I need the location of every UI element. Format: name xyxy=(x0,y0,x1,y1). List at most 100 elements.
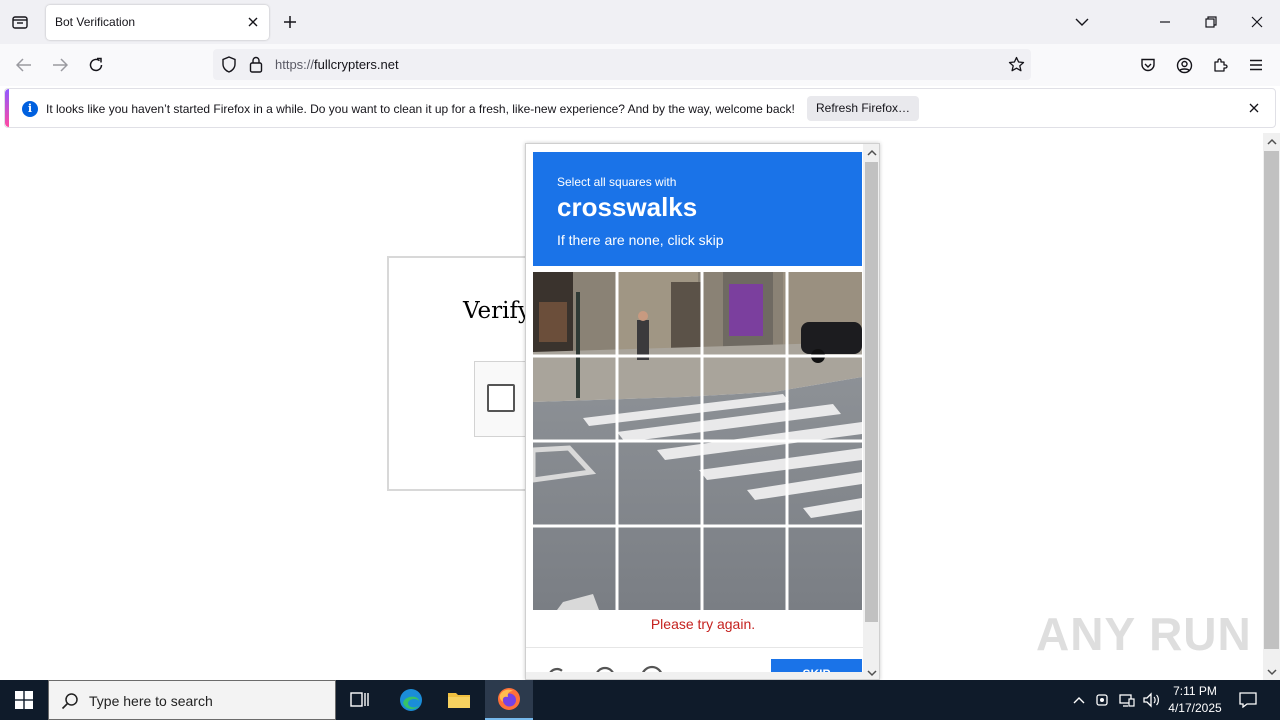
account-button[interactable] xyxy=(1172,53,1196,77)
grid-tile[interactable] xyxy=(788,442,862,525)
scroll-down-arrow[interactable] xyxy=(863,665,879,679)
taskbar-clock[interactable]: 7:11 PM 4/17/2025 xyxy=(1160,683,1230,717)
tab-title: Bot Verification xyxy=(55,15,136,29)
task-view-button[interactable] xyxy=(336,680,384,720)
reload-icon xyxy=(89,57,103,72)
challenge-divider xyxy=(526,647,866,648)
grid-tile[interactable] xyxy=(703,527,786,610)
refresh-notification-bar: i It looks like you haven’t started Fire… xyxy=(4,88,1276,128)
scroll-thumb[interactable] xyxy=(1264,151,1279,649)
grid-tile[interactable] xyxy=(533,357,616,440)
search-placeholder: Type here to search xyxy=(89,693,213,709)
file-explorer-taskbar-button[interactable] xyxy=(435,680,483,720)
scroll-up-arrow[interactable] xyxy=(1263,133,1280,149)
notification-accent xyxy=(5,89,9,127)
tab-close-button[interactable] xyxy=(245,14,261,30)
edge-taskbar-button[interactable] xyxy=(387,680,435,720)
close-icon xyxy=(248,17,258,27)
network-tray-button[interactable] xyxy=(1118,691,1136,709)
grid-tile[interactable] xyxy=(703,357,786,440)
plus-icon xyxy=(284,16,296,28)
volume-tray-button[interactable] xyxy=(1142,691,1160,709)
restore-button[interactable] xyxy=(1199,10,1223,34)
extensions-button[interactable] xyxy=(1208,53,1232,77)
minimize-button[interactable] xyxy=(1153,10,1177,34)
windows-taskbar: Type here to search 7:11 PM 4/17/2025 xyxy=(0,680,1280,720)
edge-icon xyxy=(400,689,422,711)
lock-icon[interactable] xyxy=(249,56,263,73)
close-icon xyxy=(1251,16,1263,28)
tab-list-button[interactable] xyxy=(8,10,32,34)
anyrun-watermark: ANY RUN xyxy=(1036,608,1252,660)
meet-now-tray-button[interactable] xyxy=(1094,691,1112,709)
show-hidden-icons-button[interactable] xyxy=(1070,691,1088,709)
reload-button[interactable] xyxy=(84,53,108,77)
notification-close-button[interactable] xyxy=(1247,101,1261,115)
screen: Bot Verification https://fullcrypters.ne… xyxy=(0,0,1280,720)
chevron-down-icon xyxy=(1266,668,1277,675)
challenge-error-message: Please try again. xyxy=(650,616,756,632)
grid-tile[interactable] xyxy=(618,272,701,355)
refresh-firefox-button[interactable]: Refresh Firefox… xyxy=(807,96,919,121)
list-all-tabs-button[interactable] xyxy=(1070,10,1094,34)
minimize-icon xyxy=(1160,21,1170,23)
menu-button[interactable] xyxy=(1244,53,1268,77)
captcha-checkbox[interactable] xyxy=(487,384,515,412)
chevron-down-icon xyxy=(866,669,877,676)
chevron-up-icon xyxy=(866,149,877,156)
notification-icon xyxy=(1239,692,1257,708)
pocket-icon xyxy=(1141,58,1155,71)
action-center-button[interactable] xyxy=(1238,691,1258,709)
search-icon xyxy=(61,693,78,710)
grid-tile[interactable] xyxy=(618,442,701,525)
url-scheme: https:// xyxy=(275,57,315,72)
firefox-icon xyxy=(498,688,520,710)
task-view-icon xyxy=(350,692,369,707)
arrow-left-icon xyxy=(16,58,31,72)
star-icon[interactable] xyxy=(1008,56,1025,73)
window-close-button[interactable] xyxy=(1245,10,1269,34)
taskbar-search-box[interactable]: Type here to search xyxy=(48,680,336,720)
pocket-button[interactable] xyxy=(1136,53,1160,77)
grid-tile[interactable] xyxy=(533,272,616,355)
url-host: fullcrypters.net xyxy=(314,57,399,72)
grid-tile[interactable] xyxy=(703,272,786,355)
network-icon xyxy=(1119,694,1135,707)
speaker-icon xyxy=(1143,692,1159,708)
account-icon xyxy=(1176,57,1192,73)
grid-tile[interactable] xyxy=(533,442,616,525)
grid-tile[interactable] xyxy=(788,272,862,355)
shield-icon[interactable] xyxy=(221,56,237,73)
challenge-scrollbar[interactable] xyxy=(863,144,879,679)
challenge-horizontal-scrollbar[interactable] xyxy=(526,672,863,679)
restore-icon xyxy=(1205,16,1217,28)
grid-tile[interactable] xyxy=(788,357,862,440)
challenge-header: Select all squares with crosswalks If th… xyxy=(533,152,862,266)
active-tab[interactable]: Bot Verification xyxy=(46,5,269,40)
url-bar[interactable]: https://fullcrypters.net xyxy=(213,49,1031,80)
new-tab-button[interactable] xyxy=(280,12,300,32)
page-scrollbar[interactable] xyxy=(1263,133,1280,680)
scroll-up-arrow[interactable] xyxy=(863,144,879,160)
captcha-challenge-popup: Select all squares with crosswalks If th… xyxy=(525,143,880,680)
firefox-taskbar-button[interactable] xyxy=(485,680,533,720)
windows-logo-icon xyxy=(15,691,33,709)
tab-list-icon xyxy=(12,16,28,29)
challenge-image-grid xyxy=(533,272,862,610)
challenge-instruction: Select all squares with xyxy=(557,175,677,189)
grid-tile[interactable] xyxy=(788,527,862,610)
grid-tile[interactable] xyxy=(533,527,616,610)
grid-tile[interactable] xyxy=(618,527,701,610)
folder-icon xyxy=(448,693,470,708)
start-button[interactable] xyxy=(0,680,48,720)
url-text[interactable]: https://fullcrypters.net xyxy=(275,57,399,72)
scroll-down-arrow[interactable] xyxy=(1263,664,1280,680)
back-button[interactable] xyxy=(12,53,36,77)
arrow-right-icon xyxy=(53,58,68,72)
scroll-thumb[interactable] xyxy=(865,162,878,622)
grid-tile[interactable] xyxy=(618,357,701,440)
hamburger-menu-icon xyxy=(1250,59,1262,71)
grid-tile[interactable] xyxy=(703,442,786,525)
notification-message: It looks like you haven’t started Firefo… xyxy=(46,102,795,116)
forward-button[interactable] xyxy=(48,53,72,77)
